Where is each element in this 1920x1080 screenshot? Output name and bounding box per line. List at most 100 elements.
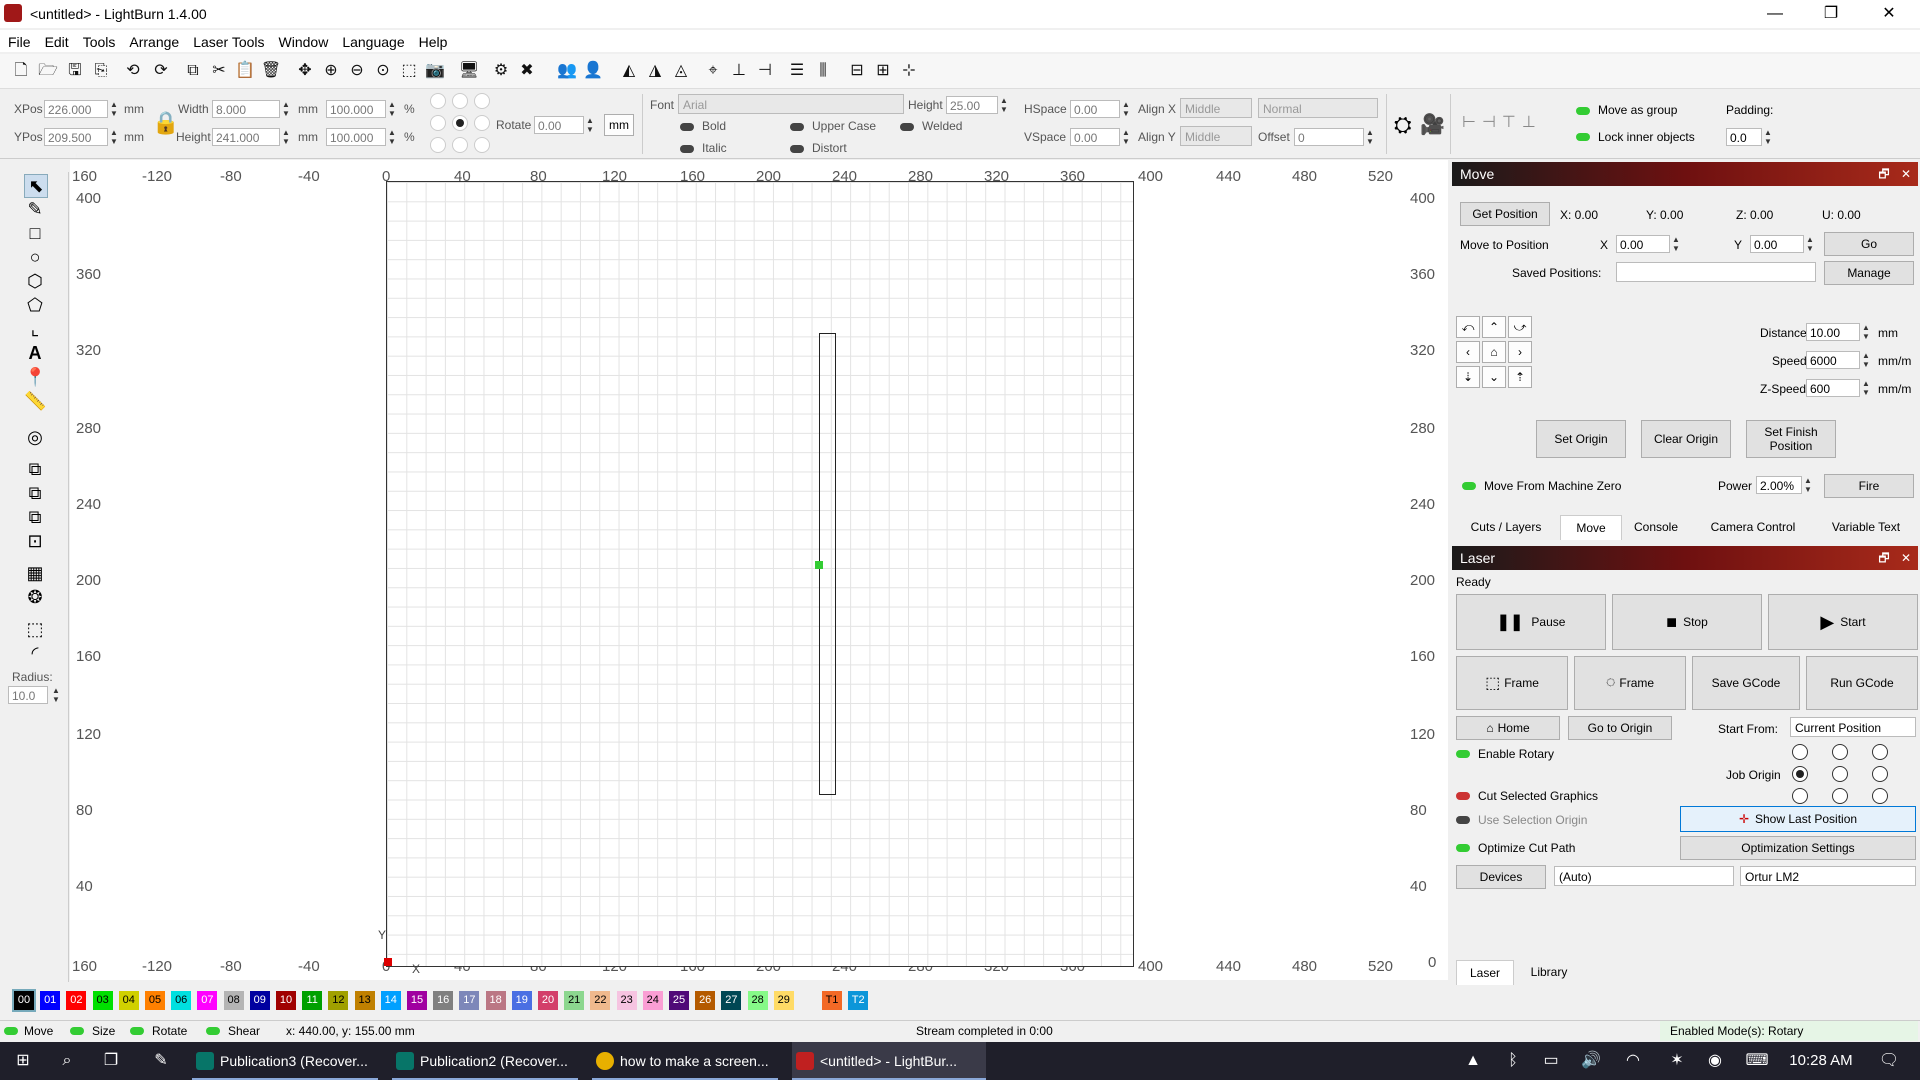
status-move-toggle[interactable] xyxy=(4,1027,18,1035)
palette-swatch[interactable]: 28 xyxy=(747,991,768,1010)
tab-variable-text[interactable]: Variable Text xyxy=(1814,515,1918,539)
maximize-button[interactable]: ❐ xyxy=(1808,0,1854,28)
palette-swatch[interactable]: 09 xyxy=(249,991,270,1010)
flip-vertical-icon[interactable]: ◮ xyxy=(644,60,666,82)
distribute-v-icon[interactable]: ☰ xyxy=(786,60,808,82)
palette-swatch[interactable]: 07 xyxy=(197,991,218,1010)
palette-swatch[interactable]: 05 xyxy=(145,991,165,1010)
menu-arrange[interactable]: Arrange xyxy=(121,30,185,50)
devices-button[interactable]: Devices xyxy=(1456,865,1546,889)
go-to-origin-button[interactable]: Go to Origin xyxy=(1568,716,1672,740)
taskbar-item-publication2[interactable]: Publication2 (Recover... xyxy=(392,1042,578,1080)
rotate-input[interactable]: 0.00 xyxy=(534,116,584,134)
align-center-icon[interactable]: ⌖ xyxy=(702,60,724,82)
palette-swatch[interactable]: 11 xyxy=(302,991,323,1010)
distribute-h-icon[interactable]: ⫼ xyxy=(812,60,834,82)
port-select[interactable]: (Auto) xyxy=(1554,866,1734,886)
grid-array-icon[interactable]: ▦ xyxy=(24,562,46,584)
search-icon[interactable]: ⌕ xyxy=(52,1042,82,1080)
monitor-icon[interactable]: 🖥 xyxy=(458,60,480,82)
tab-cuts-layers[interactable]: Cuts / Layers xyxy=(1454,515,1558,539)
clear-origin-button[interactable]: Clear Origin xyxy=(1641,420,1731,458)
manage-button[interactable]: Manage xyxy=(1824,261,1914,285)
redo-icon[interactable]: ⟳ xyxy=(150,60,172,82)
origin-selector[interactable] xyxy=(430,93,490,155)
home-jog-icon[interactable]: ⌂ xyxy=(1482,341,1506,363)
menu-laser-tools[interactable]: Laser Tools xyxy=(185,30,270,50)
minimize-button[interactable]: — xyxy=(1752,0,1798,28)
zoom-fit-icon[interactable]: ⊙ xyxy=(372,60,394,82)
width-pct-input[interactable]: 100.000 xyxy=(326,100,386,118)
corner-tool-icon[interactable]: ⬚ xyxy=(24,618,46,640)
align-y-select[interactable]: Middle xyxy=(1180,126,1252,146)
align-tools-icons[interactable]: ⊢⊣⊤⊥ xyxy=(1462,112,1542,132)
ellipse-icon[interactable]: ○ xyxy=(24,246,46,268)
laser-panel-close-icon[interactable]: ✕ xyxy=(1896,546,1916,570)
palette-swatch[interactable]: 23 xyxy=(616,991,637,1010)
font-height-input[interactable]: 25.00 xyxy=(946,96,998,114)
start-button[interactable]: ▶ Start xyxy=(1768,594,1918,650)
status-shear-toggle[interactable] xyxy=(206,1027,220,1035)
radius-input[interactable]: 10.0 xyxy=(8,686,48,704)
save-gcode-button[interactable]: Save GCode xyxy=(1692,656,1800,710)
taskbar-item-publication3[interactable]: Publication3 (Recover... xyxy=(192,1042,378,1080)
app-tray-icon[interactable]: ✶ xyxy=(1664,1042,1690,1080)
vspace-input[interactable]: 0.00 xyxy=(1070,128,1120,146)
cut-selected-toggle[interactable] xyxy=(1456,792,1470,800)
enable-rotary-toggle[interactable] xyxy=(1456,750,1470,758)
text-mode-select[interactable]: Normal xyxy=(1258,98,1378,118)
speed-spinner[interactable]: ▲ ▼ xyxy=(1860,351,1872,369)
align-x-select[interactable]: Middle xyxy=(1180,98,1252,118)
jog-right-icon[interactable]: › xyxy=(1508,341,1532,363)
taskbar-item-chrome[interactable]: how to make a screen... xyxy=(592,1042,778,1080)
optimize-cut-path-toggle[interactable] xyxy=(1456,844,1470,852)
move-icon[interactable]: ✥ xyxy=(294,60,316,82)
position-laser-icon[interactable]: 📍 xyxy=(24,366,46,388)
tab-camera-control[interactable]: Camera Control xyxy=(1694,515,1812,539)
upper-case-toggle[interactable] xyxy=(790,123,804,131)
weld-icon[interactable]: ⊡ xyxy=(24,530,46,552)
move-panel-float-icon[interactable]: 🗗 xyxy=(1874,162,1894,186)
height-pct-spinner[interactable]: ▲ ▼ xyxy=(386,128,398,146)
power-spinner[interactable]: ▲ ▼ xyxy=(1802,476,1814,494)
menu-language[interactable]: Language xyxy=(334,30,410,50)
bluetooth-icon[interactable]: ᛒ xyxy=(1500,1042,1526,1080)
open-folder-icon[interactable]: 🗁 xyxy=(37,60,59,82)
new-file-icon[interactable]: 🗋 xyxy=(10,60,32,82)
pentagon-icon[interactable]: ⬠ xyxy=(24,294,46,316)
jog-up-icon[interactable]: ⌃ xyxy=(1482,316,1506,338)
cut-icon[interactable]: ✂ xyxy=(208,60,230,82)
z-down-icon[interactable]: ⇣ xyxy=(1456,366,1480,388)
distort-toggle[interactable] xyxy=(790,145,804,153)
tray-circle-icon[interactable]: ◉ xyxy=(1702,1042,1728,1080)
power-input[interactable]: 2.00% xyxy=(1756,476,1802,494)
palette-swatch[interactable]: 10 xyxy=(276,991,296,1010)
units-toggle-button[interactable]: mm xyxy=(604,114,634,136)
menu-window[interactable]: Window xyxy=(271,30,335,50)
vspace-spinner[interactable]: ▲ ▼ xyxy=(1120,128,1132,146)
undo-icon[interactable]: ⟲ xyxy=(122,60,144,82)
align-right-icon[interactable]: ⊣ xyxy=(754,60,776,82)
machine-icon[interactable]: ⛭ xyxy=(1394,112,1412,138)
palette-swatch[interactable]: 01 xyxy=(40,991,61,1010)
move-y-spinner[interactable]: ▲ ▼ xyxy=(1804,235,1816,253)
palette-swatch[interactable]: T1 xyxy=(822,991,842,1010)
ungroup-icon[interactable]: 👤 xyxy=(582,60,604,82)
move-y-input[interactable]: 0.00 xyxy=(1750,235,1804,253)
font-select[interactable]: Arial xyxy=(678,94,904,114)
boolean-subtract-icon[interactable]: ⧉ xyxy=(24,482,46,504)
boolean-intersect-icon[interactable]: ⧉ xyxy=(24,506,46,528)
menu-file[interactable]: File xyxy=(0,30,37,50)
status-rotate-toggle[interactable] xyxy=(130,1027,144,1035)
shape-center-handle[interactable] xyxy=(815,561,823,569)
palette-swatch[interactable]: 22 xyxy=(590,991,611,1010)
xpos-input[interactable]: 226.000 xyxy=(44,100,108,118)
mirror-icon[interactable]: ◬ xyxy=(670,60,692,82)
text-tool-icon[interactable]: A xyxy=(24,342,46,364)
bold-toggle[interactable] xyxy=(680,123,694,131)
delete-icon[interactable]: 🗑 xyxy=(260,60,282,82)
set-finish-position-button[interactable]: Set Finish Position xyxy=(1746,420,1836,458)
z-speed-input[interactable]: 600 xyxy=(1806,379,1860,397)
fire-button[interactable]: Fire xyxy=(1824,474,1914,498)
wifi-icon[interactable]: ◠ xyxy=(1620,1042,1646,1080)
